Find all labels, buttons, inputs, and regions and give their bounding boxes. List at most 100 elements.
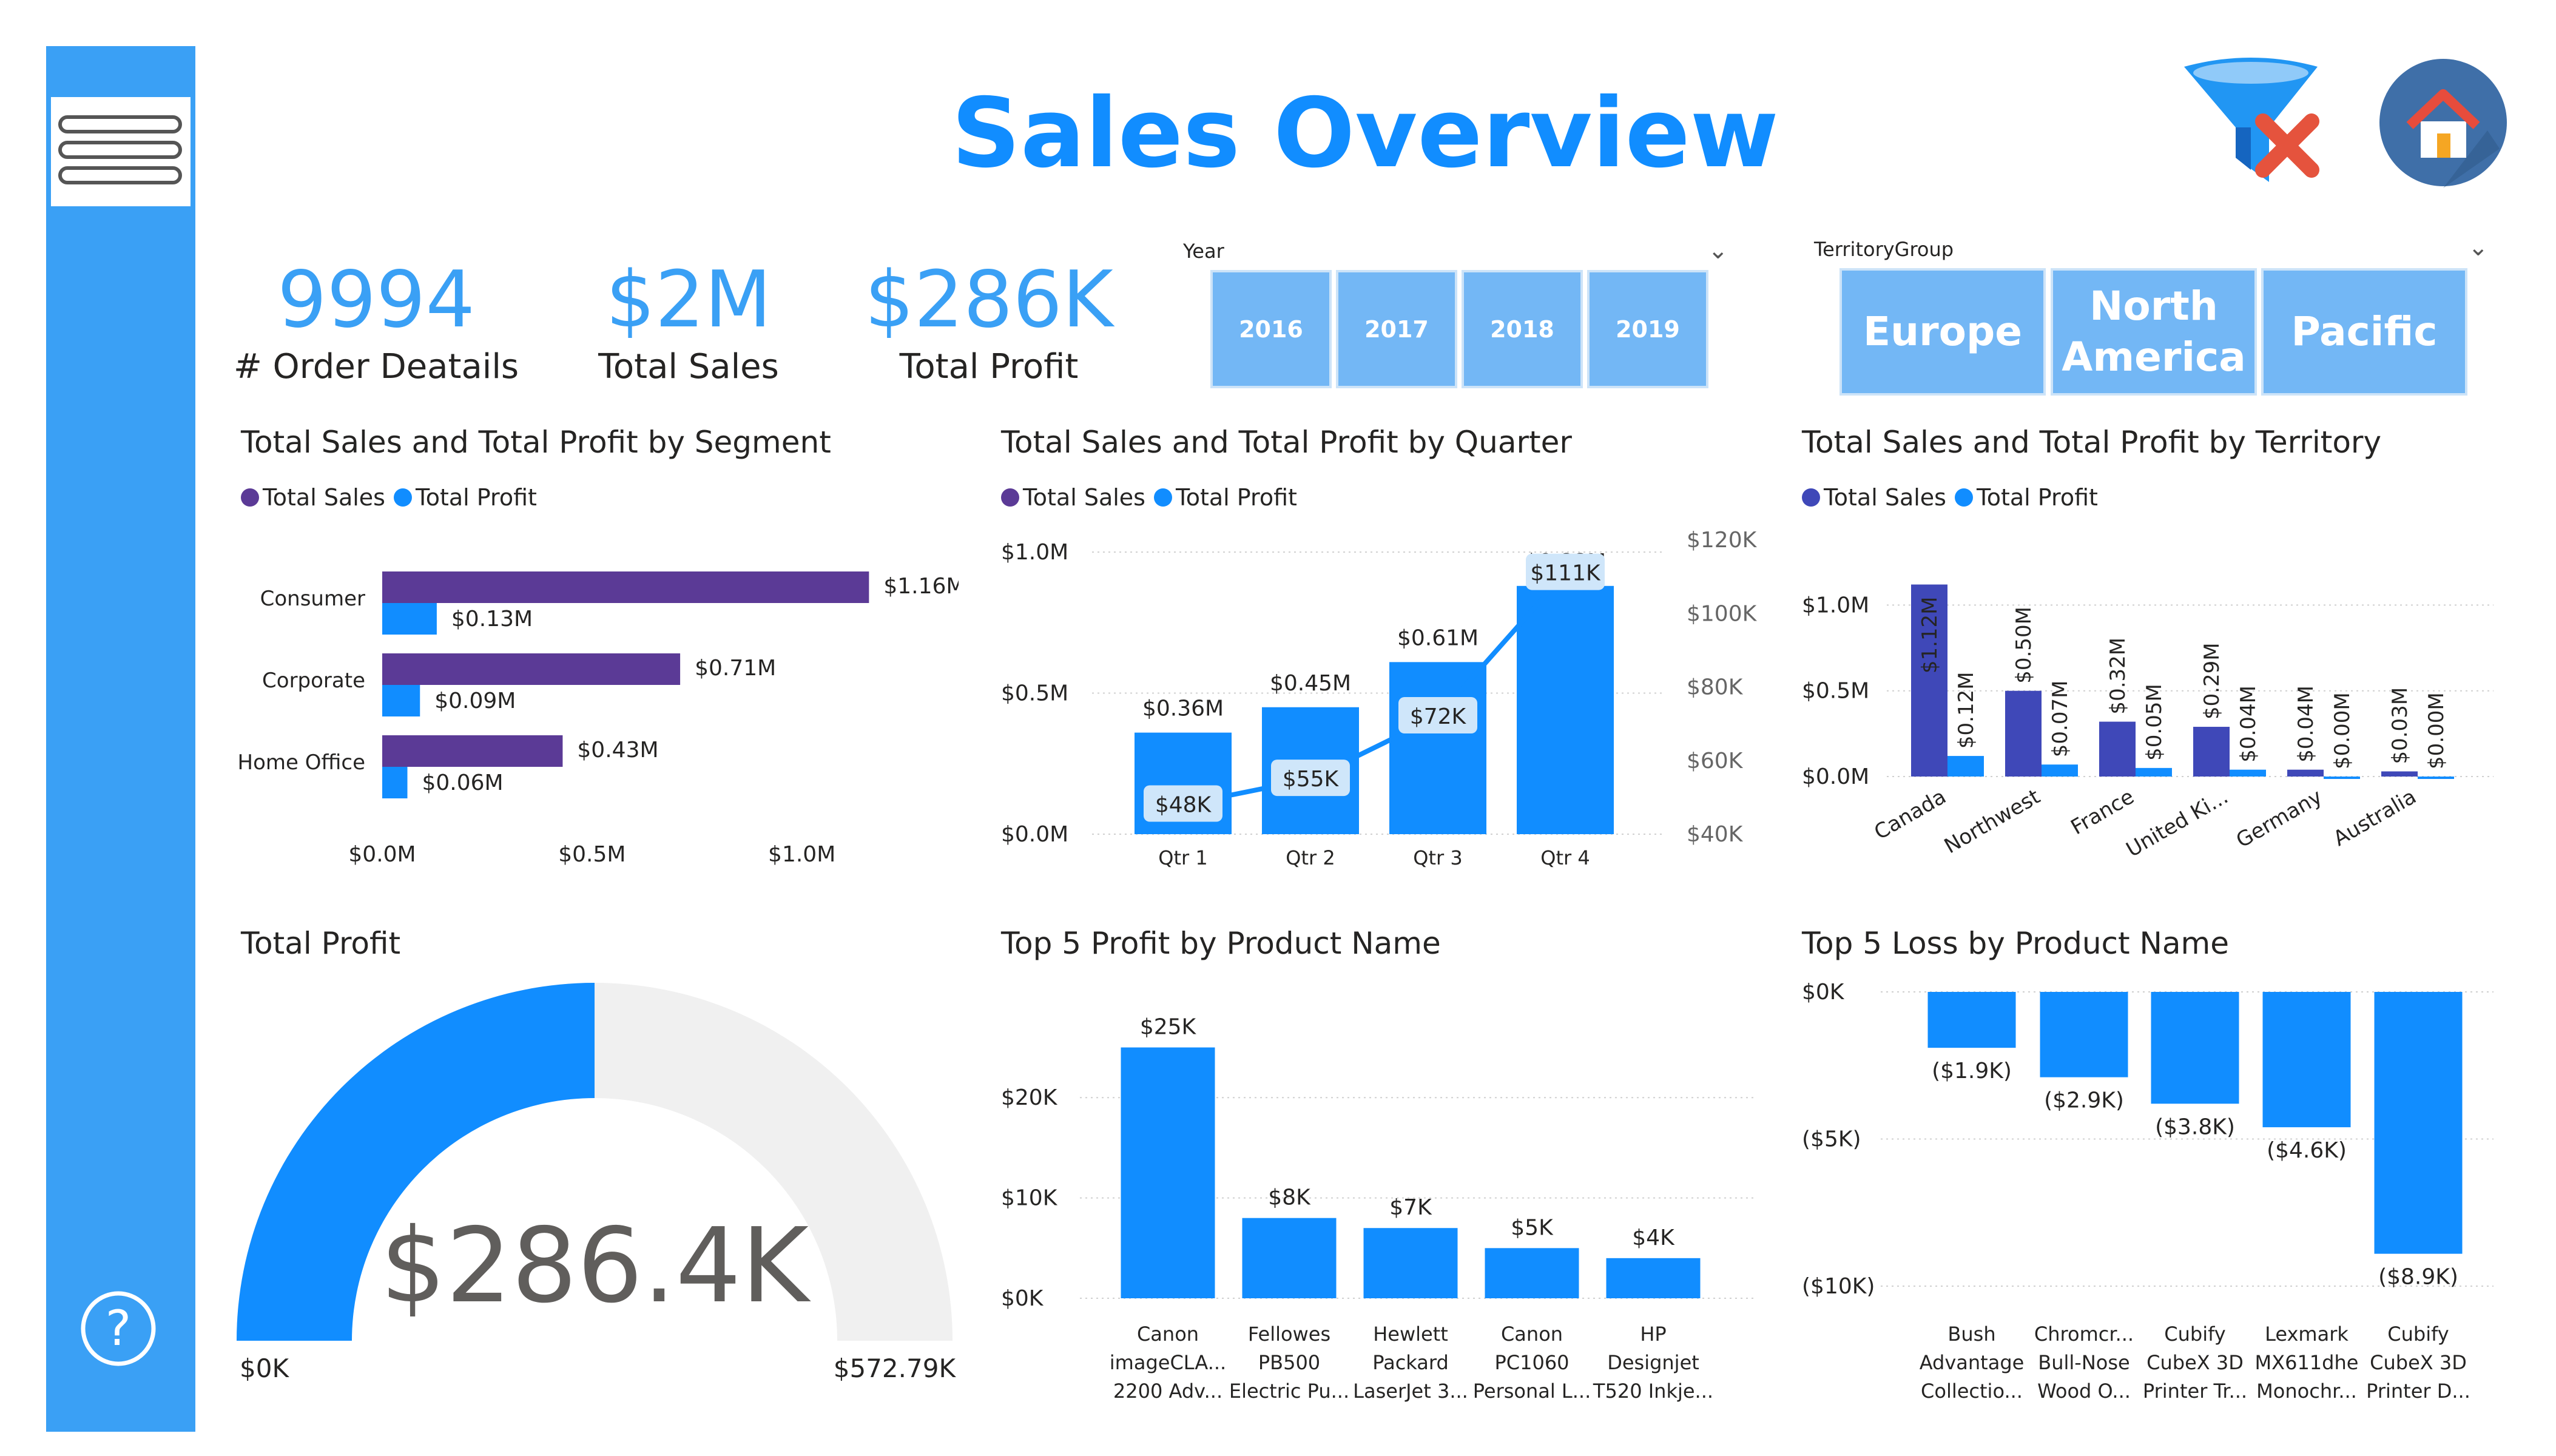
profit-data-label: $55K [1283,767,1340,792]
y-tick-left: $1.0M [1001,540,1068,565]
loss-bar [2040,992,2128,1077]
profit-data-label: $0.00M [2424,692,2449,769]
category-label: Consumer [260,587,365,611]
loss-bar [2262,992,2351,1128]
data-label: ($3.8K) [2155,1114,2235,1139]
territory-slicer-title: TerritoryGroup [1814,238,1954,261]
profit-bar [1947,756,1984,777]
legend-profit-dot [1954,488,1973,507]
territory-option-europe[interactable]: Europe [1839,268,2046,396]
kpi-label: Total Sales [598,347,779,386]
profit-bar [1242,1218,1337,1298]
x-tick-label: Canon [1501,1323,1563,1346]
y-tick-right: $80K [1687,675,1744,700]
x-tick-label: Germany [2232,784,2326,853]
x-tick-label: T520 Inkje... [1593,1380,1713,1403]
y-tick-label: $0.5M [1802,679,1869,704]
quarter-chart-legend: Total Sales Total Profit [1001,484,1297,511]
legend-sales-label: Total Sales [1824,484,1946,511]
x-tick-label: CubeX 3D [2370,1351,2467,1374]
sales-data-label: $0.29M [2200,642,2224,720]
legend-profit-dot [1153,488,1172,507]
x-tick-label: $1.0M [768,842,835,867]
kpi-order-details: 9994 # Order Deatails [231,255,522,388]
gauge-value-label: $286.4K [380,1206,812,1326]
sales-bar [382,653,681,685]
legend-profit-dot [393,488,412,507]
legend-sales-label: Total Sales [1023,484,1145,511]
gauge-chart-title: Total Profit [241,926,401,961]
question-icon: ? [81,1291,156,1366]
x-tick-label: Bush [1947,1323,1995,1346]
data-label: $5K [1511,1215,1554,1240]
y-tick-left: $0.0M [1001,822,1068,847]
x-tick-label: PB500 [1258,1351,1320,1374]
kpi-total-sales: $2M Total Sales [552,255,825,388]
kpi-value: 9994 [277,255,475,345]
top-loss-chart-title: Top 5 Loss by Product Name [1802,926,2230,961]
sales-data-label: $0.32M [2106,638,2130,715]
year-option-2019[interactable]: 2019 [1587,270,1708,388]
profit-data-label: $0.09M [434,689,516,713]
x-tick-label: Australia [2329,784,2420,851]
clear-filter-button[interactable] [2178,55,2324,188]
x-tick-label: Collectio... [1921,1380,2023,1403]
data-label: $25K [1140,1015,1197,1040]
territory-option-north-america[interactable]: North America [2051,268,2257,396]
kpi-label: # Order Deatails [233,347,519,386]
segment-chart-legend: Total Sales Total Profit [241,484,537,511]
territory-option-pacific[interactable]: Pacific [2261,268,2467,396]
legend-sales-label: Total Sales [263,484,385,511]
svg-text:?: ? [106,1300,131,1357]
category-label: Corporate [262,669,365,693]
x-tick-label: Advantage [1920,1351,2025,1374]
data-label: $7K [1389,1195,1432,1220]
territory-chart-legend: Total Sales Total Profit [1802,484,2098,511]
territory-slicer-dropdown-chevron-icon[interactable]: ⌄ [2468,234,2489,261]
help-button[interactable]: ? [79,1289,158,1368]
data-label: ($2.9K) [2044,1088,2124,1113]
x-tick-label: Qtr 1 [1158,846,1207,869]
profit-data-label: $0.04M [2236,686,2261,763]
x-tick-label: Cubify [2387,1323,2449,1346]
x-tick-label: Northwest [1940,784,2044,858]
profit-gauge-chart: $286.4K $0K $572.79K [237,983,956,1383]
category-label: Home Office [238,750,365,775]
year-option-2018[interactable]: 2018 [1462,270,1583,388]
profit-bar [2230,769,2266,777]
y-tick-right: $100K [1687,601,1758,626]
top-loss-bar-chart: $0K ($5K) ($10K) ($1.9K) Bush Advantage Collec… [1802,980,2494,1403]
sales-data-label: $0.50M [2012,607,2036,684]
x-tick-label: Monochr... [2256,1380,2357,1403]
menu-button[interactable] [51,97,191,206]
sales-data-label: $0.04M [2294,686,2318,763]
legend-sales-dot [1001,488,1019,507]
x-tick-label: Packard [1372,1351,1449,1374]
year-slicer-dropdown-chevron-icon[interactable]: ⌄ [1708,237,1728,265]
year-option-2017[interactable]: 2017 [1336,270,1457,388]
y-tick-label: $0.0M [1802,764,1869,789]
y-tick-label: $1.0M [1802,593,1869,618]
gauge-min-label: $0K [240,1353,289,1383]
profit-data-label: $0.00M [2330,692,2355,769]
profit-bar [1485,1248,1579,1298]
sales-bar [2099,721,2136,777]
sales-bar [2005,690,2042,777]
top-profit-chart-title: Top 5 Profit by Product Name [1001,926,1441,961]
sales-bar [2287,769,2324,777]
top-profit-bar-chart: $0K $10K $20K $25K Canon imageCLA... 2200 Adv.… [1001,1015,1753,1403]
y-tick-right: $60K [1687,749,1744,774]
legend-profit-label: Total Profit [1175,484,1297,511]
clear-filter-icon [2184,58,2319,182]
legend-profit-label: Total Profit [415,484,537,511]
x-tick-label: HP [1640,1323,1666,1346]
sales-data-label: $0.43M [577,738,658,763]
y-tick-right: $40K [1687,822,1744,847]
data-label: $8K [1268,1185,1311,1210]
home-button[interactable] [2378,58,2509,188]
x-tick-label: Printer Tr... [2143,1380,2247,1403]
x-tick-label: MX611dhe [2255,1351,2359,1374]
page-title: Sales Overview [951,78,1779,189]
profit-bar [382,767,408,798]
year-option-2016[interactable]: 2016 [1210,270,1332,388]
